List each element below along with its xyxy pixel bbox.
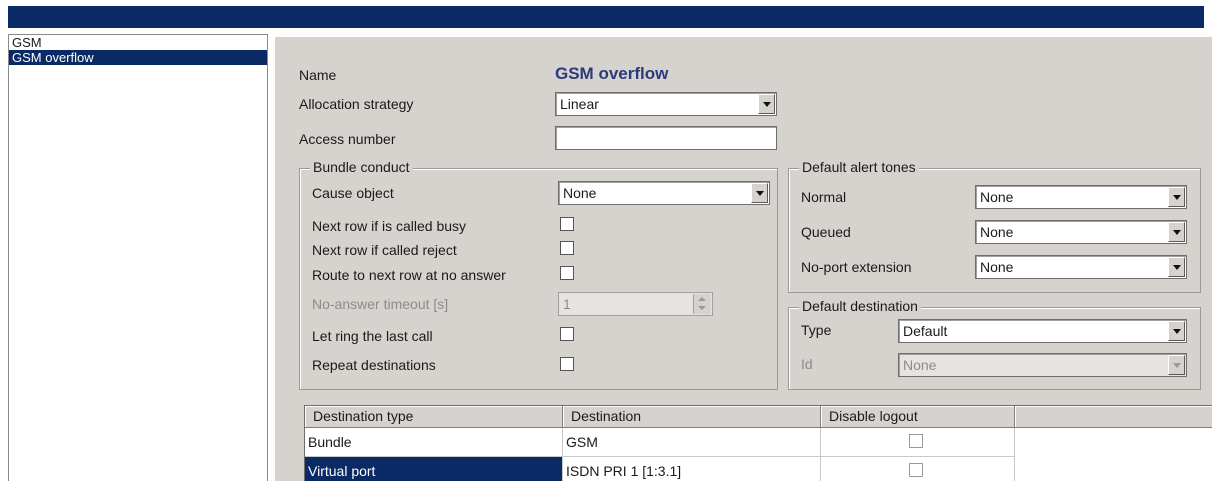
bundle-conduct-title: Bundle conduct (310, 159, 413, 175)
id-label: Id (801, 356, 813, 372)
table-row-cell-disable-logout[interactable] (821, 457, 1015, 481)
name-label: Name (299, 67, 337, 83)
column-header-destination[interactable]: Destination (563, 406, 821, 428)
repeat-destinations-label: Repeat destinations (312, 357, 436, 373)
allocation-strategy-value: Linear (560, 96, 599, 112)
table-row-cell-destination[interactable]: GSM (563, 428, 821, 457)
chevron-down-icon[interactable] (1168, 222, 1185, 242)
no-answer-timeout-label: No-answer timeout [s] (312, 296, 449, 312)
type-label: Type (801, 322, 832, 338)
no-port-extension-select[interactable]: None (975, 255, 1187, 279)
chevron-down-icon[interactable] (1168, 321, 1185, 341)
default-destination-title: Default destination (799, 298, 921, 314)
arrow-down-icon[interactable] (698, 306, 706, 310)
cause-object-value: None (563, 185, 597, 201)
route-no-answer-checkbox[interactable] (560, 266, 574, 280)
access-number-input[interactable] (555, 126, 777, 150)
no-port-extension-value: None (980, 259, 1014, 275)
column-header-filler (1015, 406, 1212, 428)
let-ring-last-checkbox[interactable] (560, 327, 574, 341)
table-row-cell-type[interactable]: Virtual port (305, 457, 563, 481)
destination-type-value: Default (903, 323, 948, 339)
access-number-label: Access number (299, 131, 396, 147)
table-row-cell-type[interactable]: Bundle (305, 428, 563, 457)
column-header-destination-type[interactable]: Destination type (305, 406, 563, 428)
spinner-arrows-icon[interactable] (693, 294, 711, 314)
allocation-strategy-select[interactable]: Linear (555, 92, 777, 116)
chevron-down-icon[interactable] (1168, 187, 1185, 207)
no-answer-timeout-spinner[interactable]: 1 (558, 292, 713, 316)
table-row-cell-disable-logout[interactable] (821, 428, 1015, 457)
destination-type-select[interactable]: Default (898, 319, 1187, 343)
normal-tone-value: None (980, 189, 1014, 205)
default-alert-tones-title: Default alert tones (799, 159, 919, 175)
next-row-busy-label: Next row if is called busy (312, 218, 467, 234)
list-item-gsm[interactable]: GSM (9, 35, 267, 50)
repeat-destinations-checkbox[interactable] (560, 357, 574, 371)
let-ring-last-label: Let ring the last call (312, 328, 433, 344)
table-row-cell-destination[interactable]: ISDN PRI 1 [1:3.1] (563, 457, 821, 481)
next-row-reject-label: Next row if called reject (312, 242, 457, 258)
queued-label: Queued (801, 224, 851, 240)
queued-tone-select[interactable]: None (975, 220, 1187, 244)
destination-id-value: None (903, 357, 937, 373)
bundle-list[interactable]: GSM GSM overflow (8, 34, 268, 481)
bundle-properties-panel: Name GSM overflow Allocation strategy Li… (274, 36, 1212, 481)
arrow-up-icon[interactable] (698, 297, 706, 301)
destination-id-select[interactable]: None (898, 353, 1187, 377)
chevron-down-icon[interactable] (751, 183, 768, 203)
normal-tone-select[interactable]: None (975, 185, 1187, 209)
allocation-strategy-label: Allocation strategy (299, 96, 414, 112)
chevron-down-icon[interactable] (758, 94, 775, 114)
disable-logout-checkbox[interactable] (909, 463, 923, 477)
cause-object-select[interactable]: None (558, 181, 770, 205)
destinations-table[interactable]: Destination type Destination Disable log… (304, 405, 1212, 481)
queued-tone-value: None (980, 224, 1014, 240)
disable-logout-checkbox[interactable] (909, 434, 923, 448)
route-no-answer-label: Route to next row at no answer (312, 267, 506, 283)
next-row-busy-checkbox[interactable] (560, 217, 574, 231)
chevron-down-icon[interactable] (1168, 257, 1185, 277)
column-header-disable-logout[interactable]: Disable logout (821, 406, 1015, 428)
no-port-extension-label: No-port extension (801, 259, 912, 275)
cause-object-label: Cause object (312, 185, 394, 201)
chevron-down-icon[interactable] (1168, 355, 1185, 375)
window-title-bar (8, 6, 1204, 28)
no-answer-timeout-value: 1 (563, 296, 571, 312)
next-row-reject-checkbox[interactable] (560, 241, 574, 255)
list-item-gsm-overflow[interactable]: GSM overflow (9, 50, 267, 65)
name-value: GSM overflow (555, 64, 669, 83)
normal-label: Normal (801, 189, 847, 205)
